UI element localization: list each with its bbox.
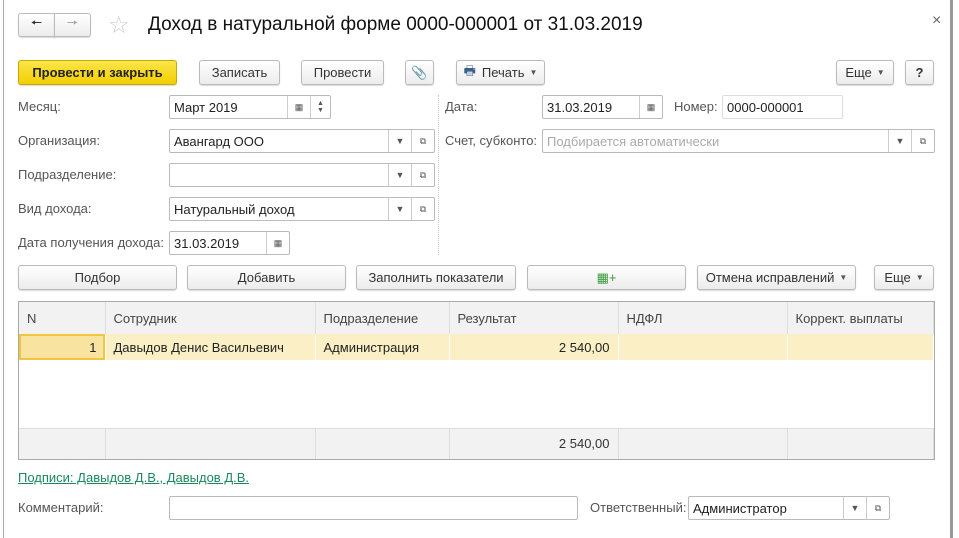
column-header[interactable]: Подразделение [315, 302, 450, 334]
column-header[interactable]: Сотрудник [105, 302, 316, 334]
forward-button[interactable]: 🠖 [54, 13, 91, 37]
chevron-down-icon: ▼ [915, 273, 924, 282]
column-header[interactable]: Результат [449, 302, 619, 334]
column-header[interactable]: НДФЛ [618, 302, 788, 334]
fill-indicators-button[interactable]: Заполнить показатели [356, 265, 516, 290]
paperclip-icon: 📎 [411, 64, 428, 80]
print-label: Печать [481, 65, 525, 80]
calendar-icon[interactable]: ▦ [639, 96, 662, 118]
month-label: Месяц: [18, 99, 61, 114]
open-icon[interactable]: ⧉ [411, 198, 434, 220]
date-field[interactable]: 31.03.2019 ▦ [542, 95, 663, 119]
favorite-star-icon[interactable]: ☆ [108, 11, 130, 40]
add-button[interactable]: Добавить [187, 265, 346, 290]
dropdown-icon[interactable]: ▼ [388, 164, 411, 186]
open-icon[interactable]: ⧉ [411, 130, 434, 152]
organization-field[interactable]: Авангард ООО ▼ ⧉ [169, 129, 435, 153]
cell-employee[interactable]: Давыдов Денис Васильевич [105, 334, 316, 360]
table-add-icon: ▦+ [596, 269, 617, 285]
dropdown-icon[interactable]: ▼ [388, 130, 411, 152]
post-and-close-button[interactable]: Провести и закрыть [18, 60, 177, 85]
cancel-corrections-label: Отмена исправлений [705, 270, 835, 285]
chevron-down-icon: ▼ [839, 273, 848, 282]
page-title: Доход в натуральной форме 0000-000001 от… [148, 14, 643, 35]
dropdown-icon[interactable]: ▼ [888, 130, 911, 152]
help-button[interactable]: ? [905, 60, 934, 85]
employees-table[interactable]: N Сотрудник Подразделение Результат НДФЛ… [18, 301, 935, 460]
income-date-field[interactable]: 31.03.2019 ▦ [169, 231, 290, 255]
chevron-down-icon: ▼ [876, 68, 885, 77]
account-placeholder: Подбирается автоматически [547, 133, 720, 149]
calendar-icon[interactable]: ▦ [287, 96, 310, 118]
column-header[interactable]: N [19, 302, 106, 334]
date-value: 31.03.2019 [547, 99, 613, 115]
divider [438, 95, 439, 255]
post-button[interactable]: Провести [301, 60, 384, 85]
table-footer: 2 540,00 [19, 427, 934, 459]
spinner[interactable]: ▲ ▼ [310, 96, 330, 118]
save-button[interactable]: Записать [199, 60, 280, 85]
comment-label: Комментарий: [18, 500, 104, 515]
more-button[interactable]: Еще ▼ [836, 60, 894, 85]
open-icon[interactable]: ⧉ [911, 130, 934, 152]
back-button[interactable]: 🠔 [18, 13, 55, 37]
income-type-field[interactable]: Натуральный доход ▼ ⧉ [169, 197, 435, 221]
month-field[interactable]: Март 2019 ▦ ▲ ▼ [169, 95, 331, 119]
department-label: Подразделение: [18, 167, 117, 182]
responsible-label: Ответственный: [590, 500, 687, 515]
organization-label: Организация: [18, 133, 101, 148]
department-field[interactable]: ▼ ⧉ [169, 163, 435, 187]
select-button[interactable]: Подбор [18, 265, 177, 290]
income-type-label: Вид дохода: [18, 201, 92, 216]
cell-n[interactable]: 1 [19, 334, 106, 360]
signatures-link[interactable]: Подписи: Давыдов Д.В., Давыдов Д.В. [18, 470, 249, 485]
open-icon[interactable]: ⧉ [411, 164, 434, 186]
number-value: 0000-000001 [727, 99, 804, 115]
responsible-value: Администратор [693, 500, 787, 516]
add-table-row-button[interactable]: ▦+ [527, 265, 686, 290]
number-label: Номер: [674, 99, 718, 114]
close-icon[interactable]: × [932, 12, 941, 30]
open-icon[interactable]: ⧉ [866, 497, 889, 519]
date-label: Дата: [445, 99, 478, 114]
income-date-value: 31.03.2019 [174, 235, 240, 251]
table-more-button[interactable]: Еще ▼ [874, 265, 934, 290]
attach-button[interactable]: 📎 [405, 60, 434, 85]
cell-department[interactable]: Администрация [315, 334, 450, 360]
printer-icon: 🖶 [463, 62, 476, 78]
organization-value: Авангард ООО [174, 133, 264, 149]
income-type-value: Натуральный доход [174, 201, 295, 217]
arrow-left-icon: 🠔 [30, 15, 43, 30]
cancel-corrections-button[interactable]: Отмена исправлений ▼ [697, 265, 856, 290]
print-button[interactable]: 🖶 Печать ▼ [456, 60, 545, 85]
column-header[interactable]: Коррект. выплаты [787, 302, 934, 334]
cell-correction[interactable] [787, 334, 934, 360]
total-result: 2 540,00 [449, 427, 619, 459]
account-label: Счет, субконто: [445, 133, 538, 148]
table-more-label: Еще [884, 270, 911, 285]
arrow-right-icon: 🠖 [66, 15, 79, 30]
table-header: N Сотрудник Подразделение Результат НДФЛ… [19, 302, 934, 334]
dropdown-icon[interactable]: ▼ [388, 198, 411, 220]
dropdown-icon[interactable]: ▼ [843, 497, 866, 519]
responsible-field[interactable]: Администратор ▼ ⧉ [688, 496, 890, 520]
more-label: Еще [845, 65, 872, 80]
number-field[interactable]: 0000-000001 [722, 95, 843, 119]
calendar-icon[interactable]: ▦ [266, 232, 289, 254]
month-value: Март 2019 [174, 99, 238, 115]
table-row[interactable]: 1 Давыдов Денис Васильевич Администрация… [19, 334, 934, 360]
account-field[interactable]: Подбирается автоматически ▼ ⧉ [542, 129, 935, 153]
cell-result[interactable]: 2 540,00 [449, 334, 619, 360]
income-date-label: Дата получения дохода: [18, 235, 164, 250]
cell-ndfl[interactable] [618, 334, 788, 360]
comment-field[interactable] [169, 496, 578, 520]
chevron-down-icon: ▼ [529, 68, 538, 77]
